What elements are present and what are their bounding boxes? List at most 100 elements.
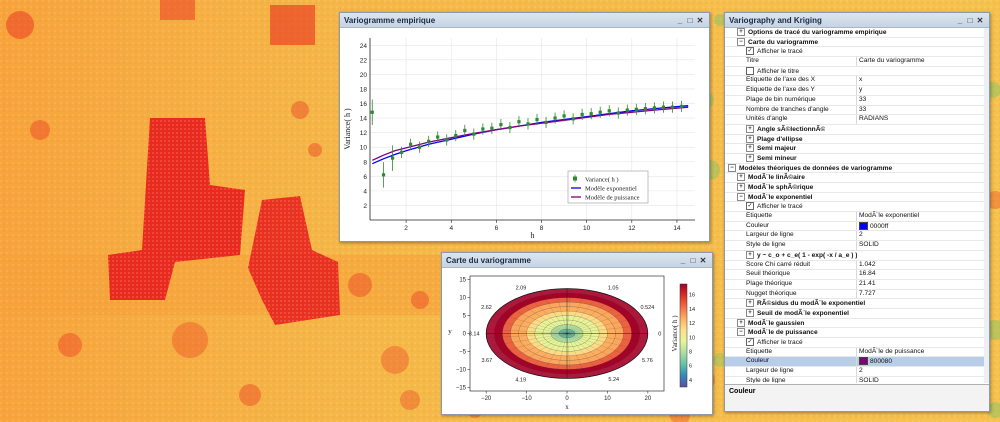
property-grid[interactable]: + Options de tracé du variogramme empiriq…	[725, 28, 989, 383]
grid-property-row[interactable]: Étiquette de l'axe des Y y	[725, 86, 989, 96]
property-value[interactable]: 800080	[870, 358, 892, 365]
property-label: Plage de bin numérique	[746, 95, 816, 103]
property-grid-scrollbar[interactable]	[984, 28, 989, 383]
variogram-map-titlebar[interactable]: Carte du variogramme _ □ ✕	[442, 253, 712, 268]
close-button[interactable]: ✕	[975, 16, 985, 25]
variogram-map-chart[interactable]: 2.09 1.052.62 0.5243.14 03.67 5.764.19 5.24−2…	[442, 268, 710, 413]
grid-category-row[interactable]: + y ~ c_o + c_e( 1 - exp( -x / a_e ) )	[725, 250, 989, 261]
grid-category-row[interactable]: + Angle sÃ©lectionnÃ©	[725, 124, 989, 135]
minimize-button[interactable]: _	[678, 256, 688, 265]
grid-property-row[interactable]: Plage de bin numérique 33	[725, 95, 989, 106]
maximize-button[interactable]: □	[688, 256, 698, 265]
collapse-icon[interactable]: −	[728, 163, 736, 172]
property-value[interactable]: 7.727	[859, 290, 876, 297]
property-value[interactable]: 33	[859, 96, 866, 103]
variography-kriging-titlebar[interactable]: Variography and Kriging _ □ ✕	[725, 13, 989, 28]
grid-property-row[interactable]: Titre Carte du variogramme	[725, 57, 989, 67]
grid-property-row[interactable]: ✓ Afficher le tracé	[725, 47, 989, 58]
grid-category-row[interactable]: + Seuil de modÃ¨le exponentiel	[725, 308, 989, 319]
variance-point	[670, 105, 675, 109]
property-value[interactable]: SOLID	[859, 241, 879, 248]
grid-category-row[interactable]: + Plage d'ellipse	[725, 134, 989, 145]
property-value[interactable]: 16.84	[859, 270, 876, 277]
property-value[interactable]: Carte du variogramme	[859, 57, 925, 64]
grid-property-row[interactable]: Couleur 0000ff	[725, 221, 989, 232]
property-value[interactable]: 2	[859, 367, 863, 374]
property-value[interactable]: y	[859, 86, 862, 93]
grid-property-row[interactable]: Plage théorique 21.41	[725, 279, 989, 290]
color-swatch[interactable]	[859, 357, 868, 366]
expand-icon[interactable]: +	[746, 144, 754, 153]
grid-property-row[interactable]: Score Chi carré réduit 1.042	[725, 260, 989, 271]
grid-category-row[interactable]: + ModÃ¨le gaussien	[725, 318, 989, 329]
collapse-icon[interactable]: −	[737, 328, 745, 337]
close-button[interactable]: ✕	[698, 256, 708, 265]
property-value[interactable]: ModÃ¨le de puissance	[859, 348, 924, 355]
grid-property-row[interactable]: Couleur 800080	[725, 357, 989, 368]
property-value[interactable]: x	[859, 76, 862, 83]
variography-kriging-panel[interactable]: Variography and Kriging _ □ ✕ + Options d…	[724, 12, 990, 412]
grid-category-row[interactable]: − ModÃ¨le exponentiel	[725, 192, 989, 203]
grid-category-row[interactable]: − Modèles théoriques de données de variog…	[725, 163, 989, 174]
grid-property-row[interactable]: Style de ligne SOLID	[725, 241, 989, 251]
colorbar-tick-label: 8	[689, 349, 692, 355]
grid-property-row[interactable]: Largeur de ligne 2	[725, 367, 989, 377]
grid-property-row[interactable]: Étiquette ModÃ¨le de puissance	[725, 347, 989, 358]
property-value[interactable]: 0000ff	[870, 223, 888, 230]
grid-property-row[interactable]: ✓ Afficher le tracé	[725, 202, 989, 213]
property-value[interactable]: 33	[859, 106, 866, 113]
maximize-button[interactable]: □	[685, 16, 695, 25]
empirical-variogram-window[interactable]: Variogramme empirique _ □ ✕ 2 4 6 8 10 12 14 16…	[339, 12, 710, 242]
grid-property-row[interactable]: Unités d'angle RADIANS	[725, 115, 989, 125]
checkbox[interactable]: ✓	[746, 202, 754, 211]
grid-property-row[interactable]: Étiquette de l'axe des X x	[725, 76, 989, 87]
expand-icon[interactable]: +	[746, 134, 754, 143]
checkbox[interactable]: ✓	[746, 47, 754, 56]
expand-icon[interactable]: +	[737, 183, 745, 191]
minimize-button[interactable]: _	[955, 16, 965, 25]
grid-property-row[interactable]: Largeur de ligne 2	[725, 231, 989, 242]
grid-category-row[interactable]: + ModÃ¨le sphÃ©rique	[725, 183, 989, 193]
grid-category-row[interactable]: + Semi mineur	[725, 153, 989, 164]
collapse-icon[interactable]: −	[737, 37, 745, 46]
grid-property-row[interactable]: Nombre de tranches d'angle 33	[725, 105, 989, 116]
grid-category-row[interactable]: + Options de tracé du variogramme empiriq…	[725, 28, 989, 38]
variogram-map-window[interactable]: Carte du variogramme _ □ ✕ 2.09 1.05 2.62 0…	[441, 252, 713, 415]
checkbox[interactable]: ✓	[746, 338, 754, 346]
expand-icon[interactable]: +	[746, 308, 754, 317]
grid-category-row[interactable]: + RÃ©sidus du modÃ¨le exponentiel	[725, 299, 989, 309]
property-value[interactable]: 1.042	[859, 261, 876, 268]
collapse-icon[interactable]: −	[737, 192, 745, 201]
grid-category-row[interactable]: + Semi majeur	[725, 144, 989, 154]
grid-property-row[interactable]: Seuil théorique 16.84	[725, 270, 989, 280]
empirical-variogram-titlebar[interactable]: Variogramme empirique _ □ ✕	[340, 13, 709, 28]
expand-icon[interactable]: +	[737, 173, 745, 182]
color-swatch[interactable]	[859, 221, 868, 230]
expand-icon[interactable]: +	[746, 153, 754, 162]
grid-property-row[interactable]: Style de ligne SOLID	[725, 376, 989, 383]
expand-icon[interactable]: +	[746, 299, 754, 308]
grid-property-row[interactable]: Nugget théorique 7.727	[725, 289, 989, 300]
maximize-button[interactable]: □	[965, 16, 975, 25]
expand-icon[interactable]: +	[746, 250, 754, 259]
grid-category-row[interactable]: − ModÃ¨le de puissance	[725, 328, 989, 338]
property-value[interactable]: ModÃ¨le exponentiel	[859, 212, 919, 219]
grid-property-row[interactable]: ✓ Afficher le tracé	[725, 338, 989, 348]
grid-property-row[interactable]: Étiquette ModÃ¨le exponentiel	[725, 212, 989, 222]
expand-icon[interactable]: +	[737, 318, 745, 327]
x-tick-label: 0	[565, 396, 569, 402]
minimize-button[interactable]: _	[675, 16, 685, 25]
property-value[interactable]: 21.41	[859, 280, 876, 287]
property-value[interactable]: 2	[859, 231, 863, 238]
grid-category-row[interactable]: − Carte du variogramme	[725, 37, 989, 48]
checkbox[interactable]	[746, 66, 754, 75]
expand-icon[interactable]: +	[737, 28, 745, 36]
variogram-chart[interactable]: 246810121416182022242 4 6 8 10 12 14hVariance(…	[340, 28, 707, 240]
expand-icon[interactable]: +	[746, 124, 754, 133]
grid-category-row[interactable]: + ModÃ¨le linÃ©aire	[725, 173, 989, 183]
close-button[interactable]: ✕	[695, 16, 705, 25]
grid-property-row[interactable]: Afficher le titre	[725, 66, 989, 77]
property-value[interactable]: SOLID	[859, 377, 879, 383]
property-value[interactable]: RADIANS	[859, 115, 888, 122]
property-label: Plage théorique	[746, 279, 793, 287]
